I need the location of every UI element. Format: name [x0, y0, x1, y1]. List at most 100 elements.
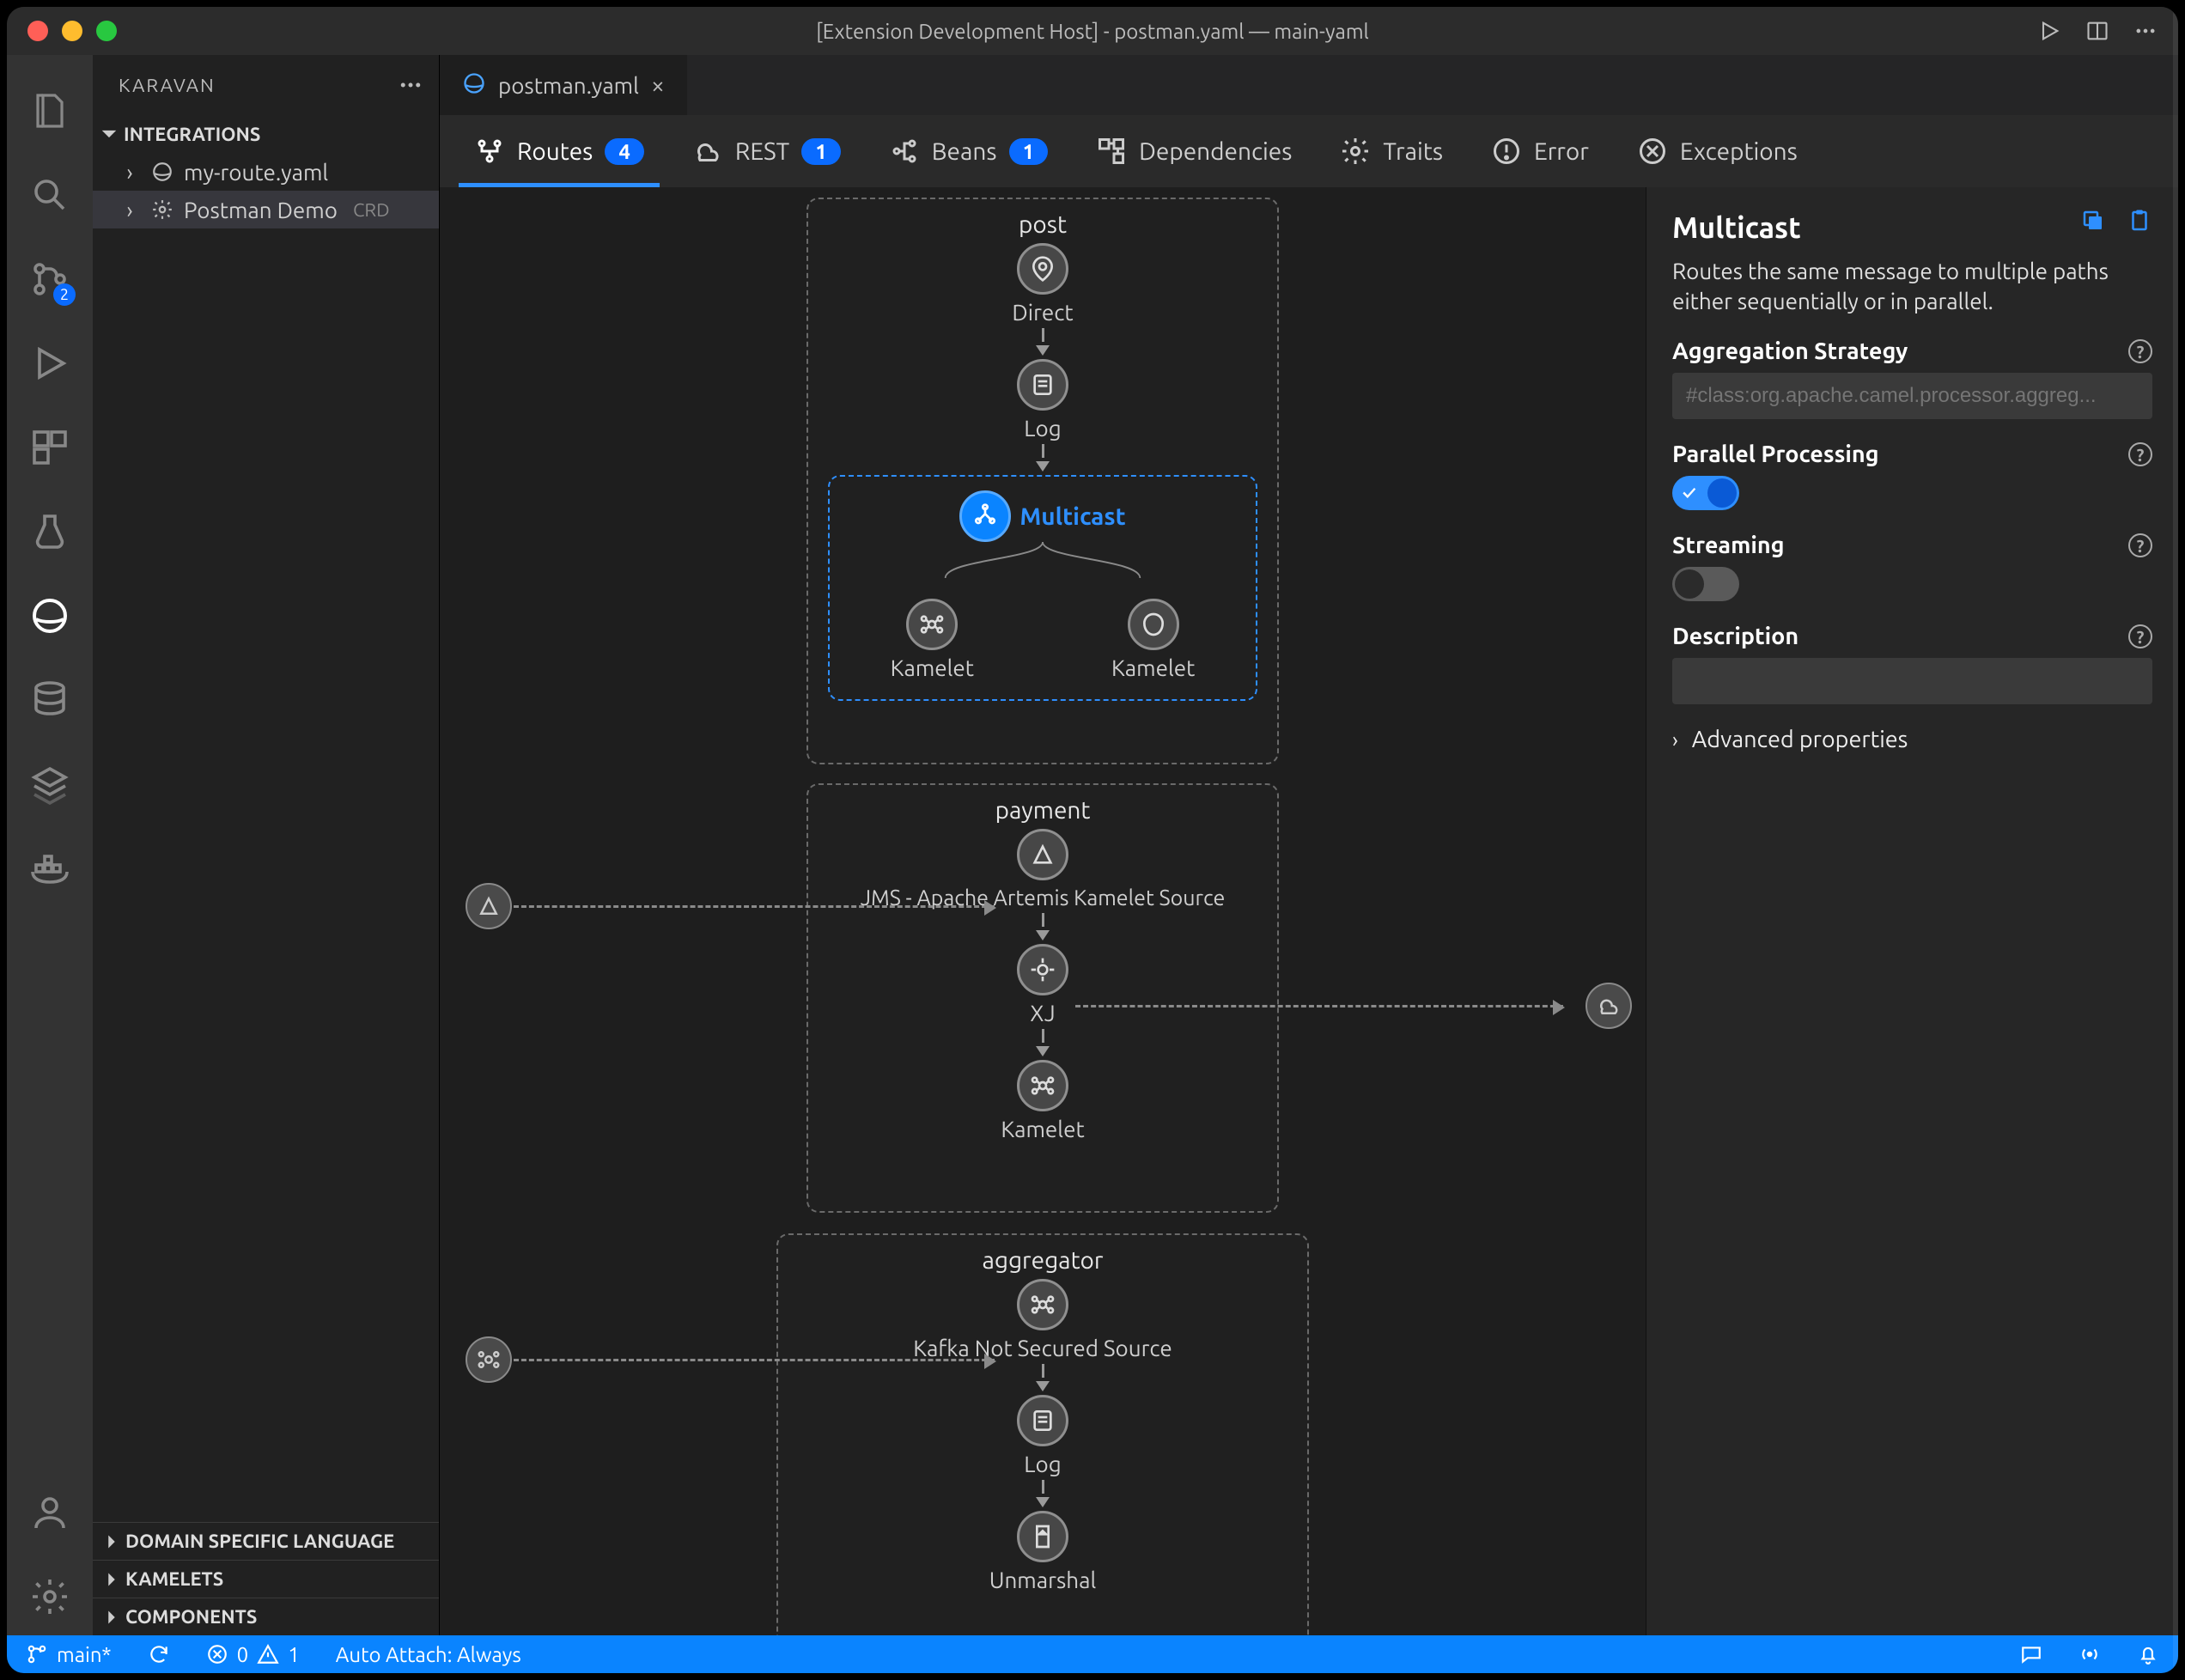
more-horizontal-icon[interactable] [398, 72, 423, 98]
help-icon[interactable]: ? [2128, 533, 2152, 557]
source-control-icon[interactable]: 2 [7, 240, 93, 318]
route-post[interactable]: post Direct Log [806, 198, 1279, 764]
database-icon[interactable] [7, 661, 93, 739]
ktab-beans[interactable]: Beans 1 [889, 115, 1048, 187]
ktab-traits[interactable]: Traits [1340, 115, 1443, 187]
karavan-icon[interactable] [7, 577, 93, 654]
run-play-icon[interactable] [2037, 19, 2061, 43]
window-title: [Extension Development Host] - postman.y… [816, 20, 1369, 43]
section-label: COMPONENTS [125, 1606, 257, 1628]
section-kamelets[interactable]: KAMELETS [93, 1560, 439, 1598]
sidebar-title: KARAVAN [119, 75, 216, 96]
node-unmarshal[interactable]: Unmarshal [989, 1511, 1097, 1592]
field-label: Streaming [1672, 533, 1785, 558]
advanced-properties-toggle[interactable]: › Advanced properties [1672, 727, 2152, 752]
description-input[interactable] [1672, 658, 2152, 704]
window-controls[interactable] [27, 21, 117, 41]
status-text: 0 [237, 1643, 249, 1666]
node-log[interactable]: Log [1017, 359, 1068, 441]
chevron-right-icon: › [1672, 728, 1678, 752]
ktab-badge: 1 [1009, 138, 1049, 165]
status-sync[interactable] [141, 1643, 177, 1665]
sidebar-item-postman-demo[interactable]: › Postman Demo CRD [93, 191, 439, 228]
testing-icon[interactable] [7, 493, 93, 570]
section-dsl[interactable]: DOMAIN SPECIFIC LANGUAGE [93, 1522, 439, 1560]
accounts-icon[interactable] [7, 1474, 93, 1551]
node-agg-log[interactable]: Log [1017, 1395, 1068, 1476]
tab-postman-yaml[interactable]: postman.yaml × [440, 55, 687, 115]
help-icon[interactable]: ? [2128, 339, 2152, 363]
node-label: Log [1024, 1452, 1061, 1476]
section-components[interactable]: COMPONENTS [93, 1598, 439, 1635]
chevron-right-icon: › [119, 198, 141, 222]
paste-icon[interactable] [2127, 208, 2152, 234]
status-branch[interactable]: main* [19, 1643, 119, 1666]
node-label: Log [1024, 416, 1061, 441]
error-circle-icon [206, 1643, 228, 1665]
node-payment-kamelet[interactable]: Kamelet [1001, 1060, 1084, 1141]
copy-icon[interactable] [2080, 208, 2106, 234]
streaming-toggle[interactable] [1672, 567, 1739, 601]
search-icon[interactable] [7, 156, 93, 234]
node-kafka-source[interactable]: Kafka Not Secured Source [913, 1279, 1172, 1360]
exceptions-icon [1637, 136, 1668, 167]
route-payment[interactable]: payment JMS - Apache Artemis Kamelet Sou… [806, 783, 1279, 1213]
broadcast-icon [2078, 1643, 2101, 1665]
error-icon [1491, 136, 1522, 167]
route-aggregator[interactable]: aggregator Kafka Not Secured Source Log [776, 1233, 1309, 1635]
close-window-icon[interactable] [27, 21, 48, 41]
minimize-window-icon[interactable] [62, 21, 82, 41]
route-canvas[interactable]: post Direct Log [440, 187, 1646, 1635]
status-problems[interactable]: 0 1 [199, 1643, 307, 1666]
more-icon[interactable] [2133, 19, 2158, 43]
sidebar-item-label: Postman Demo [184, 198, 338, 222]
multicast-group[interactable]: Multicast Kamelet [828, 475, 1257, 701]
aggregation-strategy-input[interactable] [1672, 373, 2152, 419]
help-icon[interactable]: ? [2128, 624, 2152, 648]
gear-icon [149, 197, 175, 222]
git-branch-icon [26, 1643, 48, 1665]
field-label: Description [1672, 624, 1799, 649]
node-kamelet-b[interactable]: Kamelet [1111, 599, 1195, 680]
parallel-processing-toggle[interactable] [1672, 476, 1739, 510]
ktab-label: Dependencies [1139, 138, 1292, 165]
panel-description: Routes the same message to multiple path… [1672, 256, 2152, 316]
status-auto-attach[interactable]: Auto Attach: Always [329, 1643, 528, 1666]
section-integrations[interactable]: INTEGRATIONS [93, 115, 439, 153]
node-xj[interactable]: XJ [1017, 944, 1068, 1026]
node-direct[interactable]: Direct [1012, 243, 1073, 325]
extensions-icon[interactable] [7, 409, 93, 486]
close-icon[interactable]: × [651, 72, 665, 99]
chevron-right-icon [103, 1571, 120, 1588]
layers-icon[interactable] [7, 746, 93, 823]
node-jms-source[interactable]: JMS - Apache Artemis Kamelet Source [861, 829, 1226, 910]
zoom-window-icon[interactable] [96, 21, 117, 41]
external-ref-icon[interactable] [466, 1336, 512, 1383]
docker-icon[interactable] [7, 830, 93, 907]
scrollbar[interactable] [2173, 187, 2178, 1635]
external-ref-icon[interactable] [1585, 983, 1632, 1029]
status-broadcast[interactable] [2072, 1643, 2108, 1665]
ktab-routes[interactable]: Routes 4 [474, 115, 644, 187]
ktab-rest[interactable]: REST 1 [692, 115, 841, 187]
node-kamelet-a[interactable]: Kamelet [891, 599, 974, 680]
external-ref-icon[interactable] [466, 883, 512, 929]
ktab-dependencies[interactable]: Dependencies [1096, 115, 1292, 187]
node-label: Direct [1012, 300, 1073, 325]
traits-gear-icon [1340, 136, 1371, 167]
status-feedback[interactable] [2013, 1643, 2049, 1665]
node-label: Kamelet [1111, 655, 1195, 680]
status-notifications[interactable] [2130, 1643, 2166, 1665]
connector-dashed [514, 1359, 995, 1361]
bell-icon [2137, 1643, 2159, 1665]
ktab-exceptions[interactable]: Exceptions [1637, 115, 1798, 187]
help-icon[interactable]: ? [2128, 442, 2152, 466]
ktab-badge: 1 [801, 138, 841, 165]
ktab-error[interactable]: Error [1491, 115, 1589, 187]
settings-gear-icon[interactable] [7, 1558, 93, 1635]
split-editor-icon[interactable] [2085, 19, 2109, 43]
sidebar-item-my-route[interactable]: › my-route.yaml [93, 153, 439, 191]
ktab-label: Exceptions [1680, 138, 1798, 165]
run-debug-icon[interactable] [7, 325, 93, 402]
explorer-icon[interactable] [7, 72, 93, 149]
